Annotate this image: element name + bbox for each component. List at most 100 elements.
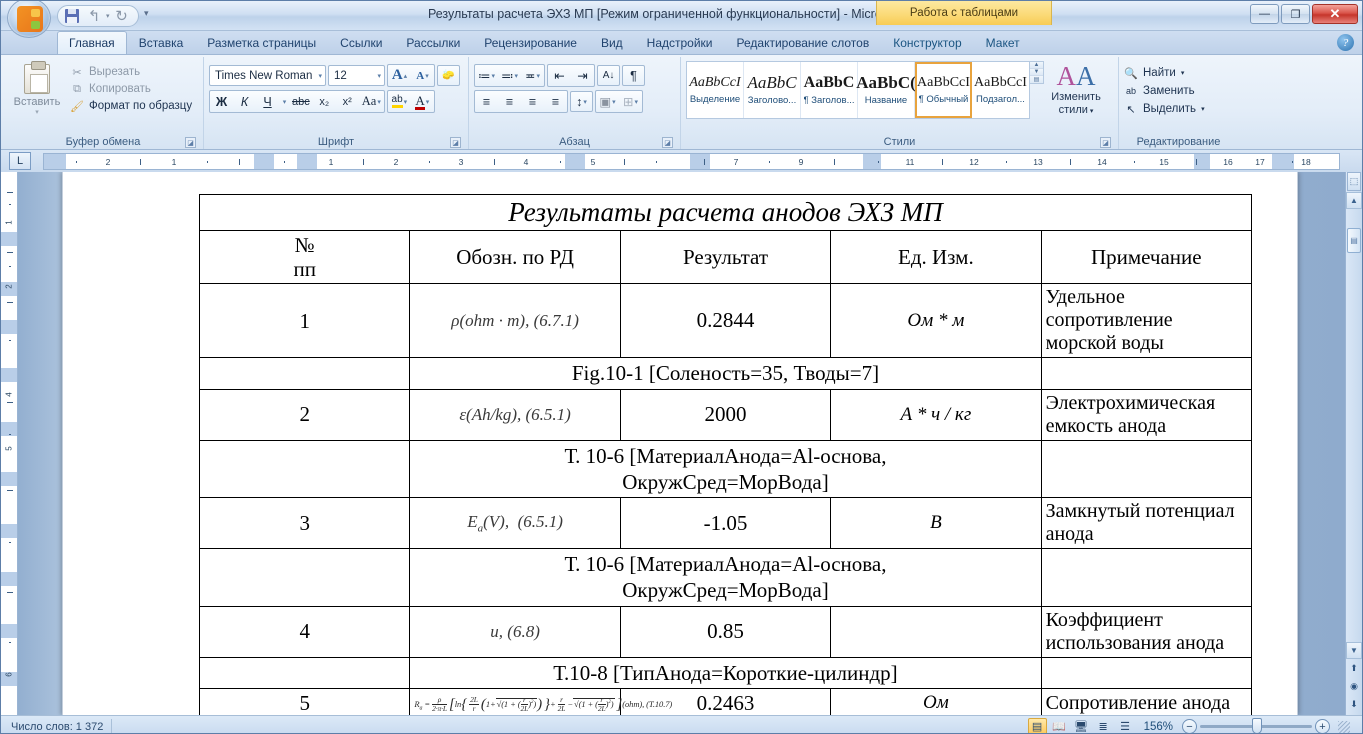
tab-page-layout[interactable]: Разметка страницы [195, 31, 328, 54]
cell-result[interactable]: 0.85 [620, 606, 830, 657]
line-spacing-button[interactable]: ↕▾ [570, 91, 593, 112]
tab-slot-editing[interactable]: Редактирование слотов [725, 31, 882, 54]
cell-source-text[interactable]: Т. 10-6 [МатериалАнода=Al-основа, ОкружС… [410, 440, 1041, 498]
bullets-button[interactable]: ≔▾ [475, 65, 498, 86]
tab-references[interactable]: Ссылки [328, 31, 394, 54]
paragraph-dialog-launcher[interactable]: ◪ [662, 137, 673, 148]
show-formatting-marks-button[interactable]: ¶ [622, 65, 645, 86]
cell-no[interactable]: 1 [200, 284, 410, 358]
table-title-cell[interactable]: Результаты расчета анодов ЭХЗ МП [200, 195, 1252, 231]
decrease-indent-button[interactable]: ⇤ [548, 65, 571, 86]
scrollbar-thumb[interactable]: ▤ [1347, 228, 1361, 253]
select-button[interactable]: ↖ Выделить ▾ [1124, 102, 1205, 116]
cell-designation[interactable]: u, (6.8) [410, 606, 620, 657]
shrink-font-button[interactable]: A▾ [411, 65, 434, 86]
cell-result[interactable]: 0.2844 [620, 284, 830, 358]
underline-button[interactable]: Ч [256, 91, 279, 112]
word-count-status[interactable]: Число слов: 1 372 [1, 719, 112, 734]
resize-grip[interactable] [1338, 721, 1350, 733]
shading-button[interactable]: ▣▾ [596, 91, 619, 112]
cell-unit[interactable]: Ом [831, 688, 1041, 715]
cell-source-text[interactable]: Т.10-8 [ТипАнода=Короткие-цилиндр] [410, 657, 1041, 688]
style-item-subtitle[interactable]: AaBbCcI Подзагол... [972, 62, 1029, 118]
increase-indent-button[interactable]: ⇥ [571, 65, 594, 86]
horizontal-ruler[interactable]: 2 1 1 2 3 4 5 7 9 11 12 13 14 15 16 17 1… [43, 153, 1340, 170]
previous-page-button[interactable]: ⬆ [1347, 660, 1361, 677]
header-cell-note[interactable]: Примечание [1041, 231, 1251, 284]
cell-no-empty[interactable] [200, 440, 410, 498]
browse-object-button[interactable]: ◉ [1347, 678, 1361, 695]
align-left-button[interactable]: ≡ [475, 91, 498, 112]
cell-note[interactable]: Замкнутый потенциал анода [1041, 498, 1251, 549]
bold-button[interactable]: Ж [210, 91, 233, 112]
gallery-scroll-down-icon[interactable]: ▼ [1030, 69, 1043, 76]
cell-note[interactable]: Электрохимическая емкость анода [1041, 389, 1251, 440]
cell-note[interactable]: Сопротивление анода [1041, 688, 1251, 715]
document-page[interactable]: Результаты расчета анодов ЭХЗ МП № пп Об… [62, 172, 1298, 715]
gallery-scroll-up-icon[interactable]: ▲ [1030, 62, 1043, 69]
cell-note-empty[interactable] [1041, 549, 1251, 607]
tab-stop-selector[interactable]: L [9, 152, 31, 170]
multilevel-list-button[interactable]: ≖▾ [521, 65, 544, 86]
tab-home[interactable]: Главная [57, 31, 127, 54]
superscript-button[interactable]: x² [336, 91, 359, 112]
cell-no[interactable]: 2 [200, 389, 410, 440]
cell-designation[interactable]: ε(Ah/kg), (6.5.1) [410, 389, 620, 440]
tab-addins[interactable]: Надстройки [635, 31, 725, 54]
style-item-emphasis[interactable]: AaBbCcI Выделение [687, 62, 744, 118]
cell-no[interactable]: 5 [200, 688, 410, 715]
change-case-button[interactable]: Aa▾ [359, 91, 384, 112]
paste-button[interactable]: Вставить ▾ [8, 61, 66, 116]
paste-dropdown-icon[interactable]: ▾ [35, 108, 39, 116]
styles-gallery-scrollbar[interactable]: ▲ ▼ ▤ [1030, 61, 1044, 84]
style-item-normal[interactable]: AaBbCcI ¶ Обычный [915, 62, 972, 118]
sort-button[interactable]: A↓ [597, 65, 620, 86]
tab-insert[interactable]: Вставка [127, 31, 196, 54]
maximize-button[interactable]: ❐ [1281, 4, 1310, 24]
italic-button[interactable]: К [233, 91, 256, 112]
clipboard-dialog-launcher[interactable]: ◪ [185, 137, 196, 148]
numbering-button[interactable]: ≕▾ [498, 65, 521, 86]
cell-note[interactable]: Коэффициент использования анода [1041, 606, 1251, 657]
cell-designation[interactable]: ρ(ohm · m), (6.7.1) [410, 284, 620, 358]
tab-view[interactable]: Вид [589, 31, 635, 54]
cell-no-empty[interactable] [200, 549, 410, 607]
strikethrough-button[interactable]: abc [289, 91, 313, 112]
cell-unit[interactable]: В [831, 498, 1041, 549]
next-page-button[interactable]: ⬇ [1347, 696, 1361, 713]
cell-note-empty[interactable] [1041, 440, 1251, 498]
view-outline-button[interactable]: ≣ [1094, 718, 1113, 734]
cell-source-text[interactable]: Т. 10-6 [МатериалАнода=Al-основа, ОкружС… [410, 549, 1041, 607]
cell-unit[interactable] [831, 606, 1041, 657]
header-cell-unit[interactable]: Ед. Изм. [831, 231, 1041, 284]
grow-font-button[interactable]: A▴ [388, 65, 411, 86]
select-browse-object-button[interactable]: ⬚ [1347, 172, 1361, 191]
cell-no-empty[interactable] [200, 657, 410, 688]
font-name-combobox[interactable]: Times New Roman ▾ [209, 65, 326, 86]
cell-result[interactable]: -1.05 [620, 498, 830, 549]
styles-dialog-launcher[interactable]: ◪ [1100, 137, 1111, 148]
close-button[interactable]: ✕ [1312, 4, 1358, 24]
cut-button[interactable]: ✂ Вырезать [70, 65, 192, 79]
cell-note-empty[interactable] [1041, 657, 1251, 688]
view-web-layout-button[interactable]: 🖥 [1072, 718, 1091, 734]
view-print-layout-button[interactable]: ▤ [1028, 718, 1047, 734]
align-right-button[interactable]: ≡ [521, 91, 544, 112]
replace-button[interactable]: ab Заменить [1124, 84, 1205, 98]
help-icon[interactable]: ? [1337, 34, 1354, 51]
cell-source-text[interactable]: Fig.10-1 [Соленость=35, Тводы=7] [410, 358, 1041, 389]
scroll-up-button[interactable]: ▲ [1346, 192, 1362, 209]
header-cell-result[interactable]: Результат [620, 231, 830, 284]
cell-designation-formula[interactable]: Ra = ρ2·π·L [ln{ 2Lr (1+√(1 + (r2L)2)) }… [410, 688, 620, 715]
justify-button[interactable]: ≡ [544, 91, 567, 112]
style-item-title[interactable]: AaBbC( Название [858, 62, 915, 118]
vertical-scrollbar[interactable]: ⬚ ▲ ▤ ▼ ⬆ ◉ ⬇ [1345, 172, 1362, 715]
cell-note[interactable]: Удельное сопротивление морской воды [1041, 284, 1251, 358]
text-highlight-button[interactable]: ab ▾ [388, 91, 411, 112]
vertical-ruler[interactable]: 1 2 4 5 6 [1, 172, 18, 715]
tab-table-layout[interactable]: Макет [974, 31, 1032, 54]
cell-note-empty[interactable] [1041, 358, 1251, 389]
cell-unit[interactable]: Ом * м [831, 284, 1041, 358]
header-cell-designation[interactable]: Обозн. по РД [410, 231, 620, 284]
change-styles-button[interactable]: AA Изменить стили ▾ [1044, 61, 1108, 116]
